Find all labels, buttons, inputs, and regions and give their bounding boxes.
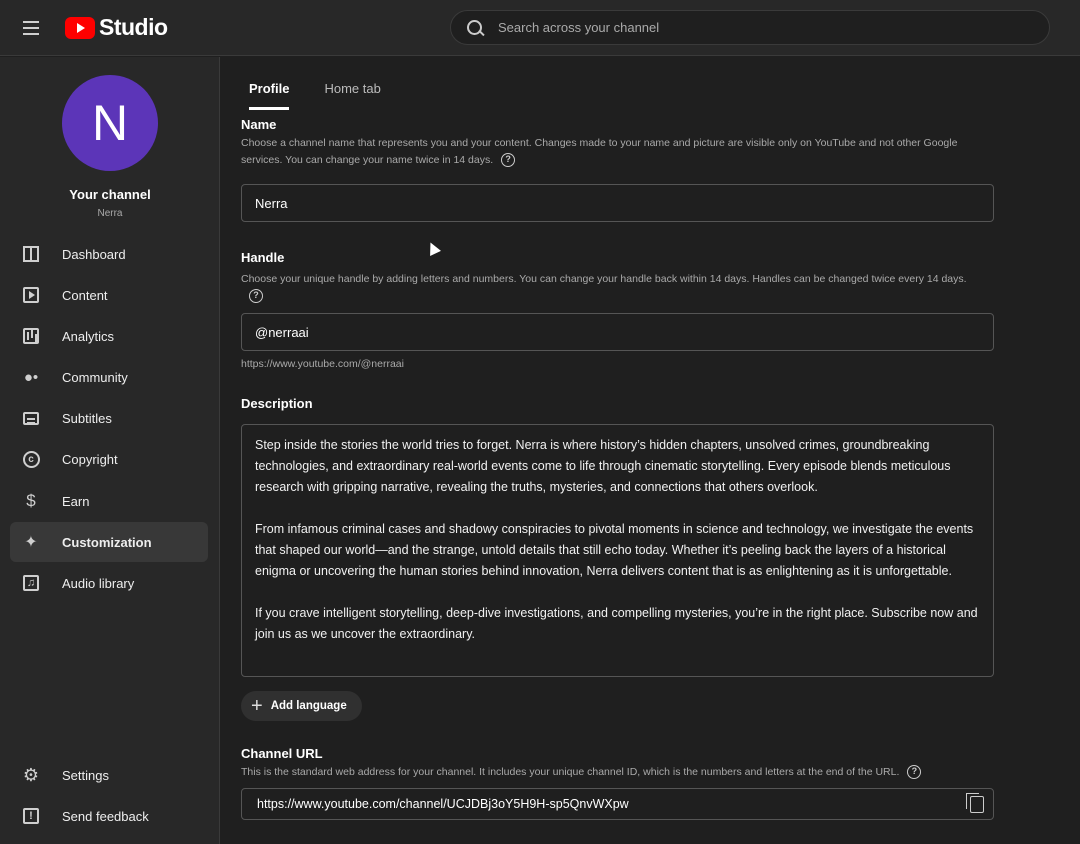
studio-logo[interactable]: Studio xyxy=(65,14,168,41)
name-description-text: Choose a channel name that represents yo… xyxy=(241,137,958,166)
handle-field[interactable]: @nerraai xyxy=(241,313,994,351)
sidebar-item-content[interactable]: Content xyxy=(10,275,208,315)
sidebar-item-copyright[interactable]: c Copyright xyxy=(10,439,208,479)
add-language-label: Add language xyxy=(270,700,347,712)
sidebar-item-earn[interactable]: $ Earn xyxy=(10,481,208,521)
add-language-button[interactable]: + Add language xyxy=(241,691,362,721)
description-paragraph: From infamous criminal cases and shadowy… xyxy=(255,522,974,578)
sidebar-item-label: Earn xyxy=(62,493,90,509)
search-bar[interactable] xyxy=(450,10,1050,45)
name-section-title: Name xyxy=(241,117,277,132)
description-paragraph: If you crave intelligent storytelling, d… xyxy=(255,606,978,641)
sidebar-item-subtitles[interactable]: Subtitles xyxy=(10,398,208,438)
sidebar-item-label: Send feedback xyxy=(62,808,149,824)
settings-icon: ⚙ xyxy=(22,764,40,785)
audio-library-icon: ♫ xyxy=(21,573,41,593)
sidebar-item-label: Analytics xyxy=(62,328,115,344)
sidebar-item-label: Customization xyxy=(62,534,152,550)
menu-icon[interactable] xyxy=(18,14,46,42)
channel-title[interactable]: Your channel xyxy=(0,187,220,202)
handle-section-title: Handle xyxy=(241,250,285,265)
channel-url-section-description: This is the standard web address for you… xyxy=(241,764,981,781)
name-field[interactable]: Nerra xyxy=(241,184,994,222)
help-icon[interactable]: ? xyxy=(907,765,922,780)
channel-url-description-text: This is the standard web address for you… xyxy=(241,766,900,778)
dashboard-icon xyxy=(21,244,41,264)
description-paragraph: Step inside the stories the world tries … xyxy=(255,438,951,494)
sidebar-item-label: Audio library xyxy=(62,575,135,591)
handle-section-description: Choose your unique handle by adding lett… xyxy=(241,271,981,305)
community-icon: ●• xyxy=(23,368,39,386)
tab-home[interactable]: Home tab xyxy=(324,81,380,110)
sidebar-item-audio-library[interactable]: ♫ Audio library xyxy=(10,563,208,603)
copy-icon[interactable] xyxy=(966,793,984,813)
help-icon[interactable]: ? xyxy=(501,153,516,168)
name-value: Nerra xyxy=(255,195,288,211)
channel-name: Nerra xyxy=(97,208,123,219)
subtitles-icon xyxy=(21,408,41,428)
search-input[interactable] xyxy=(498,20,1018,35)
sidebar-item-label: Dashboard xyxy=(62,246,126,262)
avatar-letter: N xyxy=(91,95,129,151)
sidebar-item-label: Subtitles xyxy=(62,410,112,426)
name-section-description: Choose a channel name that represents yo… xyxy=(241,135,981,169)
sidebar-item-label: Content xyxy=(62,287,108,303)
earn-icon: $ xyxy=(26,491,36,510)
content-icon xyxy=(21,285,41,305)
sidebar-item-label: Copyright xyxy=(62,451,118,467)
description-section-title: Description xyxy=(241,396,313,411)
feedback-icon: ! xyxy=(21,806,41,826)
tab-bar: Profile Home tab xyxy=(249,81,381,110)
customization-icon: ✦ xyxy=(24,534,38,551)
sidebar-item-analytics[interactable]: Analytics xyxy=(10,316,208,356)
main-content: Profile Home tab Name Choose a channel n… xyxy=(221,57,1080,844)
analytics-icon xyxy=(21,326,41,346)
search-icon[interactable] xyxy=(466,19,484,37)
channel-url-section-title: Channel URL xyxy=(241,746,323,761)
tab-profile[interactable]: Profile xyxy=(249,81,290,110)
channel-url-value: https://www.youtube.com/channel/UCJDBj3o… xyxy=(257,797,629,811)
plus-icon: + xyxy=(251,695,263,717)
handle-value: @nerraai xyxy=(255,324,309,340)
sidebar: N Your channel Nerra Dashboard Content A… xyxy=(0,57,220,844)
handle-url: https://www.youtube.com/@nerraai xyxy=(241,358,404,370)
youtube-play-icon xyxy=(65,16,95,39)
sidebar-item-community[interactable]: ●• Community xyxy=(10,357,208,397)
handle-description-text: Choose your unique handle by adding lett… xyxy=(241,273,967,285)
sidebar-item-label: Settings xyxy=(62,767,109,783)
sidebar-item-dashboard[interactable]: Dashboard xyxy=(10,234,208,274)
sidebar-item-send-feedback[interactable]: ! Send feedback xyxy=(10,796,208,836)
copyright-icon: c xyxy=(21,449,41,469)
sidebar-item-label: Community xyxy=(62,369,128,385)
sidebar-item-customization[interactable]: ✦ Customization xyxy=(10,522,208,562)
top-bar: Studio xyxy=(0,0,1080,56)
logo-text: Studio xyxy=(99,14,168,40)
channel-url-field[interactable]: https://www.youtube.com/channel/UCJDBj3o… xyxy=(241,788,994,820)
sidebar-item-settings[interactable]: ⚙ Settings xyxy=(10,755,208,795)
help-icon[interactable]: ? xyxy=(249,289,263,304)
description-textarea[interactable]: Step inside the stories the world tries … xyxy=(241,424,994,677)
channel-avatar[interactable]: N xyxy=(62,75,158,171)
